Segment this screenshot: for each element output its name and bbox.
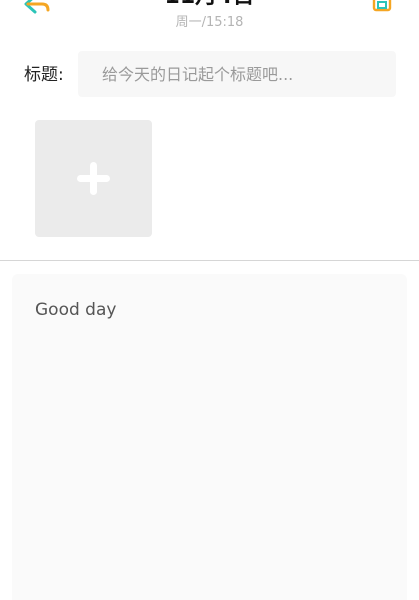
title-label: 标题: [24, 65, 64, 85]
save-button[interactable] [372, 0, 392, 12]
header: 11月4日 周一/15:18 [0, 0, 419, 40]
header-weekday-time: 周一/15:18 [175, 15, 244, 30]
plus-icon [77, 162, 110, 195]
diary-body-text: Good day [35, 300, 117, 320]
header-date: 11月4日 [0, 0, 419, 10]
add-image-button[interactable] [35, 120, 152, 237]
diary-body-editor[interactable] [12, 274, 407, 600]
divider [0, 260, 419, 261]
save-icon [372, 0, 392, 12]
title-input[interactable] [78, 51, 396, 97]
diary-editor-page: 11月4日 周一/15:18 标题: Good day [0, 0, 419, 600]
